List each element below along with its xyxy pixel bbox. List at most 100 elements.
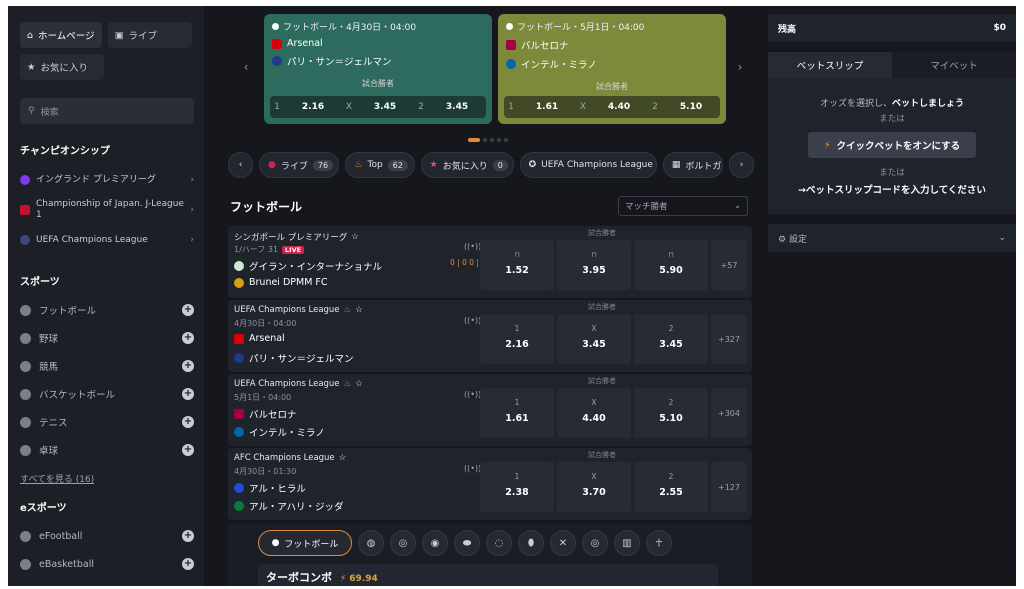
odd-draw-button[interactable]: ⊓ 3.95 [557,240,631,290]
chevron-down-icon: ⌄ [998,233,1006,243]
featured-odds-row[interactable]: 1 2.16 X 3.45 2 3.45 [270,96,486,118]
stream-icon[interactable]: ((•)) [464,390,481,399]
sport-tab-hockey[interactable]: ⬬ [454,530,480,556]
sports-title: スポーツ [20,277,60,288]
filter-portugal[interactable]: ▦ ボルトガ [662,152,723,178]
sport-item-tennis[interactable]: テニス + [20,408,194,436]
championship-item-j-league[interactable]: Championship of Japan. J-League 1 › [20,195,194,225]
search-input[interactable]: ⚲ 検索 [20,98,194,124]
favorite-star-icon[interactable]: ☆ [355,305,363,315]
quick-bet-button[interactable]: ⚡ クイックベットをオンにする [808,132,976,158]
plus-icon[interactable]: + [182,388,194,400]
live-button[interactable]: ▣ ライブ [107,22,192,48]
championship-item-premier-league[interactable]: イングランド プレミアリーグ › [20,165,194,195]
match-row[interactable]: UEFA Champions League ♨ ☆ 4月30日・04:00 Arse… [228,300,752,372]
barcelona-crest-icon [506,40,516,50]
favorite-star-icon[interactable]: ☆ [355,379,363,389]
sport-tab-mma[interactable]: ✕ [550,530,576,556]
featured-card-barcelona-inter[interactable]: フットボール・5月1日・04:00 バルセロナ インテル・ミラノ 試合勝者 1 … [498,14,726,124]
plus-icon[interactable]: + [182,444,194,456]
turbo-combo[interactable]: ターボコンボ ⚡ 69.94 [258,564,718,586]
odd-away[interactable]: 5.10 [662,102,720,112]
plus-icon[interactable]: + [182,304,194,316]
odd-draw-button[interactable]: X 4.40 [557,388,631,438]
sport-tab-cricket[interactable]: ▥ [614,530,640,556]
esport-item-ehockey[interactable]: eHockey+ [20,578,194,586]
match-row[interactable]: シンガポール プレミアリーグ ☆ 1/ハーフ 31 LIVE グイラン・インターナシ… [228,226,752,298]
odd-draw-button[interactable]: X 3.70 [557,462,631,512]
esports-title: eスポーツ [20,503,67,514]
featured-odds-row[interactable]: 1 1.61 X 4.40 2 5.10 [504,96,720,118]
more-markets-button[interactable]: +57 [711,240,747,290]
odd-home-button[interactable]: ⊓ 1.52 [480,240,554,290]
stream-icon[interactable]: ((•)) [464,242,481,251]
filter-ucl[interactable]: ✪ UEFA Champions League [519,152,657,178]
sport-tab-rugby[interactable]: ⬮ [518,530,544,556]
bet-slip-code-link[interactable]: →ベットスリップコードを入力してください [768,182,1016,196]
gear-icon: ⚙ [778,234,787,245]
sport-tab-baseball[interactable]: ◌ [486,530,512,556]
plus-icon[interactable]: + [182,558,194,570]
filters-prev-button[interactable]: ‹ [228,152,254,178]
tab-bet-slip[interactable]: ベットスリップ [768,52,892,78]
soccer-icon [506,23,513,30]
match-row[interactable]: AFC Champions League ☆ 4月30日・01:30 アル・ヒラル… [228,448,752,520]
esport-item-efootball[interactable]: eFootball + [20,522,194,550]
sport-tab-athletics[interactable]: ☥ [646,530,672,556]
odd-home-button[interactable]: 1 2.38 [480,462,554,512]
plus-icon[interactable]: + [182,530,194,542]
more-markets-button[interactable]: +127 [711,462,747,512]
psg-crest-icon [234,353,244,363]
stream-icon[interactable]: ((•)) [464,316,481,325]
odd-draw[interactable]: 3.45 [356,102,414,112]
odd-home[interactable]: 2.16 [284,102,342,112]
al-ahli-crest-icon [234,501,244,511]
plus-icon[interactable]: + [182,332,194,344]
odd-away[interactable]: 3.45 [428,102,486,112]
stream-icon[interactable]: ((•)) [464,464,481,473]
championship-item-ucl[interactable]: UEFA Champions League › [20,225,194,255]
carousel-pager[interactable] [468,138,508,142]
filter-favorites[interactable]: ★ お気に入り 0 [420,152,514,178]
more-markets-button[interactable]: +304 [711,388,747,438]
favorite-star-icon[interactable]: ☆ [351,232,359,242]
odd-away-button[interactable]: ⊓ 5.90 [634,240,708,290]
plus-icon[interactable]: + [182,416,194,428]
match-row[interactable]: UEFA Champions League ♨ ☆ 5月1日・04:00 バルセロナ… [228,374,752,446]
sport-tab-football[interactable]: ● フットボール [258,530,352,556]
odd-home[interactable]: 1.61 [518,102,576,112]
bet-slip-empty-message: オッズを選択し、ベットしましょう [819,99,965,109]
home-button[interactable]: ⌂ ホームページ [20,22,102,48]
odd-away-button[interactable]: 2 3.45 [634,314,708,364]
carousel-prev-button[interactable]: ‹ [238,60,254,80]
odd-home-button[interactable]: 1 1.61 [480,388,554,438]
filters-next-button[interactable]: › [729,152,755,178]
sport-item-football[interactable]: フットボール + [20,296,194,324]
odd-away-button[interactable]: 2 5.10 [634,388,708,438]
odd-draw-button[interactable]: X 3.45 [557,314,631,364]
favorites-button[interactable]: ★ お気に入り [20,54,104,80]
sport-item-basketball[interactable]: バスケットボール + [20,380,194,408]
esport-item-ebasketball[interactable]: eBasketball + [20,550,194,578]
tab-my-bets[interactable]: マイベット [892,52,1016,78]
filter-top[interactable]: ♨ Top 62 [345,152,415,178]
sport-tab-basketball[interactable]: ◎ [390,530,416,556]
carousel-next-button[interactable]: › [732,60,748,80]
sport-item-table-tennis[interactable]: 卓球 + [20,436,194,464]
odd-draw[interactable]: 4.40 [590,102,648,112]
sport-tab-darts[interactable]: ◎ [582,530,608,556]
settings-bar[interactable]: ⚙ 設定 ⌄ [768,224,1016,252]
sport-item-baseball[interactable]: 野球 + [20,324,194,352]
odd-home-button[interactable]: 1 2.16 [480,314,554,364]
sport-item-horse-racing[interactable]: 競馬 + [20,352,194,380]
plus-icon[interactable]: + [182,360,194,372]
sport-tab-volleyball[interactable]: ◉ [422,530,448,556]
odd-away-button[interactable]: 2 2.55 [634,462,708,512]
sport-tab-tennis[interactable]: ◍ [358,530,384,556]
filter-live[interactable]: ● ライブ 76 [259,152,340,178]
market-select[interactable]: マッチ勝者 ⌄ [618,196,748,216]
favorite-star-icon[interactable]: ☆ [339,453,347,463]
see-all-sports-link[interactable]: すべてを見る (16) [20,472,194,485]
featured-card-arsenal-psg[interactable]: フットボール・4月30日・04:00 Arsenal パリ・サン＝ジェルマン 試… [264,14,492,124]
more-markets-button[interactable]: +327 [711,314,747,364]
